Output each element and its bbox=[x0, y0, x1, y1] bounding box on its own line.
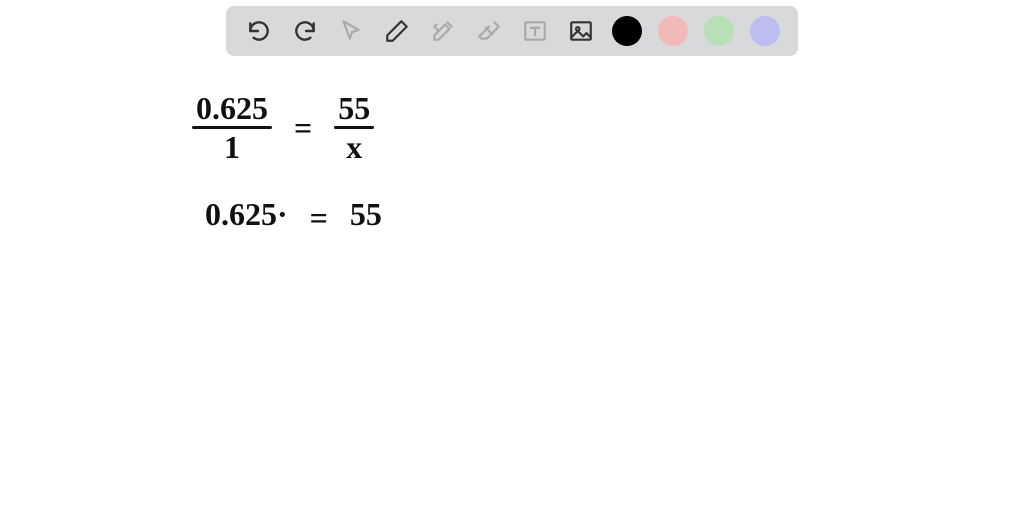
pencil-icon bbox=[384, 18, 410, 44]
tools-button[interactable] bbox=[428, 16, 458, 46]
image-icon bbox=[568, 18, 594, 44]
redo-button[interactable] bbox=[290, 16, 320, 46]
line2-lhs: 0.625· bbox=[205, 196, 288, 232]
equals-sign: = bbox=[294, 112, 312, 144]
fraction-2-numerator: 55 bbox=[334, 92, 374, 126]
cursor-icon bbox=[338, 18, 364, 44]
color-swatch-purple[interactable] bbox=[750, 16, 780, 46]
redo-icon bbox=[292, 18, 318, 44]
drawing-toolbar bbox=[226, 6, 798, 56]
pencil-tool-button[interactable] bbox=[382, 16, 412, 46]
fraction-2: 55 x bbox=[334, 92, 374, 163]
line2-rhs: 55 bbox=[350, 196, 382, 232]
text-box-icon bbox=[522, 18, 548, 44]
fraction-1-denominator: 1 bbox=[220, 129, 244, 163]
image-tool-button[interactable] bbox=[566, 16, 596, 46]
cursor-tool-button[interactable] bbox=[336, 16, 366, 46]
fraction-1-numerator: 0.625 bbox=[192, 92, 272, 126]
drawing-canvas[interactable]: 0.625 1 = 55 x 0.625· = 55 bbox=[0, 62, 1024, 508]
color-swatch-pink[interactable] bbox=[658, 16, 688, 46]
text-tool-button[interactable] bbox=[520, 16, 550, 46]
fraction-1: 0.625 1 bbox=[192, 92, 272, 163]
undo-icon bbox=[246, 18, 272, 44]
tools-icon bbox=[430, 18, 456, 44]
undo-button[interactable] bbox=[244, 16, 274, 46]
eraser-tool-button[interactable] bbox=[474, 16, 504, 46]
handwriting-line-1: 0.625 1 = 55 x bbox=[192, 92, 374, 163]
color-swatch-black[interactable] bbox=[612, 16, 642, 46]
fraction-2-denominator: x bbox=[342, 129, 366, 163]
color-swatch-green[interactable] bbox=[704, 16, 734, 46]
handwriting-line-2: 0.625· = 55 bbox=[205, 198, 382, 234]
eraser-icon bbox=[476, 18, 502, 44]
equals-sign: = bbox=[310, 202, 328, 234]
